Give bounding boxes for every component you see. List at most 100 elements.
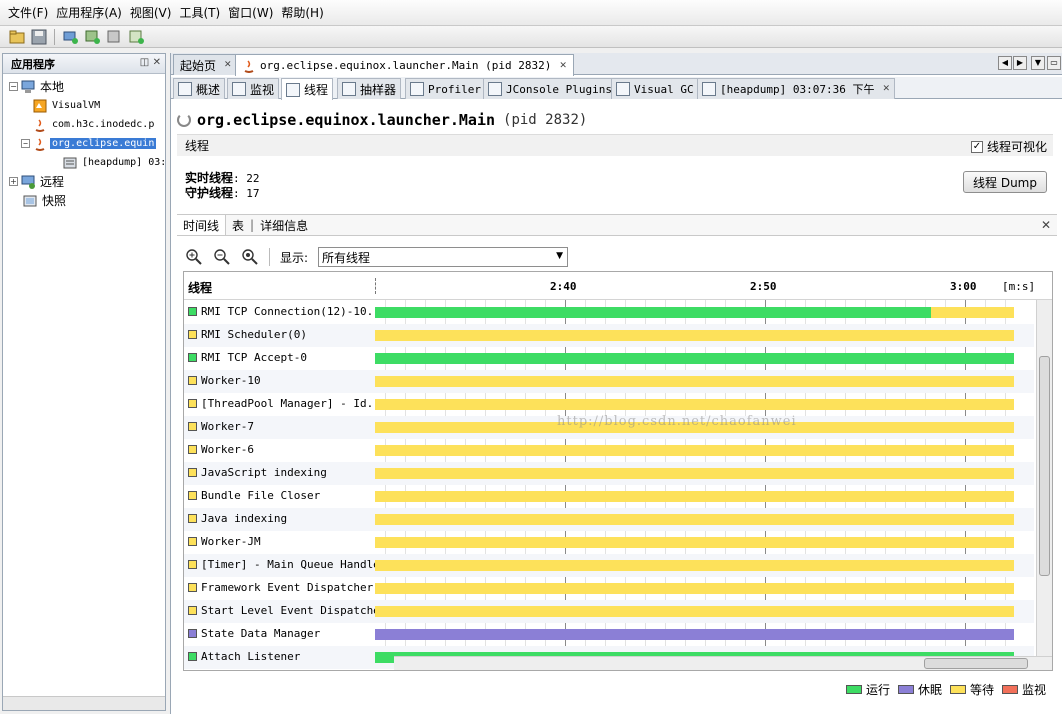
legend-swatch — [1001, 685, 1018, 694]
menu-file[interactable]: 文件(F) — [4, 4, 52, 21]
tab-heapdump[interactable]: [heapdump] 03:07:36 下午 ✕ — [697, 78, 895, 99]
thread-column-header: 线程 — [188, 281, 213, 295]
legend-label: 等待 — [969, 683, 994, 697]
thread-name-text: Bundle File Closer — [201, 489, 321, 502]
visualize-threads-checkbox[interactable]: ✓ 线程可视化 — [970, 138, 1047, 155]
thread-name: Worker-6 — [188, 443, 254, 456]
tree-label-inode: com.h3c.inodedc.p — [52, 119, 155, 130]
zoom-in-icon[interactable] — [185, 248, 203, 266]
close-icon[interactable]: ✕ — [224, 60, 232, 70]
zoom-out-icon[interactable] — [213, 248, 231, 266]
thread-row[interactable]: State Data Manager — [184, 623, 1034, 646]
menu-help[interactable]: 帮助(H) — [277, 4, 327, 21]
timeline-horizontal-scrollbar[interactable] — [394, 656, 1052, 670]
tab-start-page[interactable]: 起始页 ✕ — [173, 54, 239, 75]
menu-tools[interactable]: 工具(T) — [175, 4, 224, 21]
tab-sampler[interactable]: 抽样器 — [337, 78, 402, 99]
tab-overview-label: 概述 — [196, 82, 221, 97]
thread-row[interactable]: [Timer] - Main Queue Handler — [184, 554, 1034, 577]
thread-row[interactable]: RMI Scheduler(0) — [184, 324, 1034, 347]
thread-row[interactable]: Worker-JM — [184, 531, 1034, 554]
close-icon[interactable]: ✕ — [1041, 218, 1051, 232]
thread-state-swatch — [188, 583, 197, 592]
tab-timeline[interactable]: 时间线 — [177, 215, 227, 235]
tree-item-remote[interactable]: + 远程 — [9, 172, 66, 191]
thread-name-text: Worker-10 — [201, 374, 261, 387]
collapse-icon[interactable]: − — [9, 82, 18, 91]
collapse-icon[interactable]: − — [21, 139, 30, 148]
thread-dump-button[interactable]: 线程 Dump — [963, 171, 1047, 193]
thread-row[interactable]: Worker-6 — [184, 439, 1034, 462]
live-threads-label: 实时线程 — [185, 171, 234, 185]
tree-item-heapdump[interactable]: [heapdump] 03: — [63, 153, 168, 172]
tab-list-icon[interactable]: ▼ — [1031, 56, 1045, 70]
thread-filter-value: 所有线程 — [322, 250, 371, 265]
tab-equinox-main[interactable]: org.eclipse.equinox.launcher.Main (pid 2… — [235, 54, 574, 76]
tab-overview[interactable]: 概述 — [173, 78, 226, 99]
tab-monitor[interactable]: 监视 — [227, 78, 280, 99]
thread-state-swatch — [188, 514, 197, 523]
tab-profiler[interactable]: Profiler — [405, 78, 486, 99]
scrollbar-thumb[interactable] — [1039, 356, 1050, 576]
thread-row[interactable]: Worker-10 — [184, 370, 1034, 393]
menu-window[interactable]: 窗口(W) — [224, 4, 277, 21]
thread-name-text: Attach Listener — [201, 650, 301, 663]
thread-name: Bundle File Closer — [188, 489, 320, 502]
maximize-icon[interactable]: ▭ — [1047, 56, 1061, 70]
scroll-right-icon[interactable]: ▶ — [1013, 56, 1027, 70]
thread-row[interactable]: [ThreadPool Manager] - Id... — [184, 393, 1034, 416]
add-snapshot-icon[interactable] — [127, 28, 145, 46]
live-threads-value: : 22 — [233, 172, 260, 185]
tab-threads[interactable]: 线程 — [281, 78, 334, 100]
tab-jconsole-plugins[interactable]: JConsole Plugins — [483, 78, 617, 99]
thread-state-swatch — [188, 307, 197, 316]
thread-row[interactable]: Java indexing — [184, 508, 1034, 531]
thread-name: RMI TCP Connection(12)-10... — [188, 305, 386, 318]
tree-item-snapshot[interactable]: 快照 — [23, 191, 68, 210]
thread-state-bar — [375, 330, 1014, 341]
tree-item-equinox[interactable]: − org.eclipse.equin — [21, 134, 157, 153]
save-icon[interactable] — [30, 28, 48, 46]
tab-details[interactable]: 详细信息 — [254, 215, 314, 235]
add-jmx-icon[interactable] — [83, 28, 101, 46]
tree-item-inode[interactable]: com.h3c.inodedc.p — [33, 115, 156, 134]
thread-state-swatch — [188, 629, 197, 638]
zoom-fit-icon[interactable] — [241, 248, 259, 266]
tree-item-local[interactable]: − 本地 — [9, 77, 66, 96]
timeline-vertical-scrollbar[interactable] — [1036, 300, 1052, 656]
scrollbar-thumb[interactable] — [924, 658, 1028, 669]
thread-row[interactable]: Start Level Event Dispatcher — [184, 600, 1034, 623]
tree-item-visualvm[interactable]: VisualVM — [33, 96, 102, 115]
expand-icon[interactable]: + — [9, 177, 18, 186]
thread-state-swatch — [188, 652, 197, 661]
add-coredump-icon[interactable] — [105, 28, 123, 46]
thread-row[interactable]: RMI TCP Accept-0 — [184, 347, 1034, 370]
scroll-left-icon[interactable]: ◀ — [998, 56, 1012, 70]
checkbox-checked-icon[interactable]: ✓ — [970, 140, 983, 153]
thread-state-swatch — [188, 353, 197, 362]
close-icon[interactable]: ✕ — [882, 84, 890, 94]
tab-table[interactable]: 表 — [226, 215, 250, 235]
tree-horizontal-scrollbar[interactable] — [3, 696, 165, 710]
thread-row[interactable]: RMI TCP Connection(12)-10... — [184, 301, 1034, 324]
profiler-icon — [410, 82, 424, 96]
thread-state-bar — [375, 468, 1014, 479]
tab-equinox-main-label: org.eclipse.equinox.launcher.Main (pid 2… — [260, 59, 552, 72]
panel-minimize-close-icon[interactable]: ◫ ✕ — [140, 57, 161, 68]
thread-filter-select[interactable]: 所有线程 ▼ — [318, 247, 569, 267]
time-unit-label: [m:s] — [1002, 280, 1036, 293]
thread-row[interactable]: JavaScript indexing — [184, 462, 1034, 485]
thread-name: Attach Listener — [188, 650, 300, 663]
tab-visual-gc[interactable]: Visual GC — [611, 78, 699, 99]
tick-label-2-50: 2:50 — [750, 280, 777, 293]
add-host-icon[interactable] — [61, 28, 79, 46]
thread-name-text: Worker-6 — [201, 443, 254, 456]
thread-row[interactable]: Bundle File Closer — [184, 485, 1034, 508]
open-icon[interactable] — [8, 28, 26, 46]
tab-threads-label: 线程 — [304, 83, 329, 97]
tab-profiler-label: Profiler — [428, 82, 481, 96]
thread-row[interactable]: Framework Event Dispatcher — [184, 577, 1034, 600]
menu-application[interactable]: 应用程序(A) — [52, 4, 126, 21]
menu-view[interactable]: 视图(V) — [126, 4, 176, 21]
close-icon[interactable]: ✕ — [559, 61, 567, 71]
